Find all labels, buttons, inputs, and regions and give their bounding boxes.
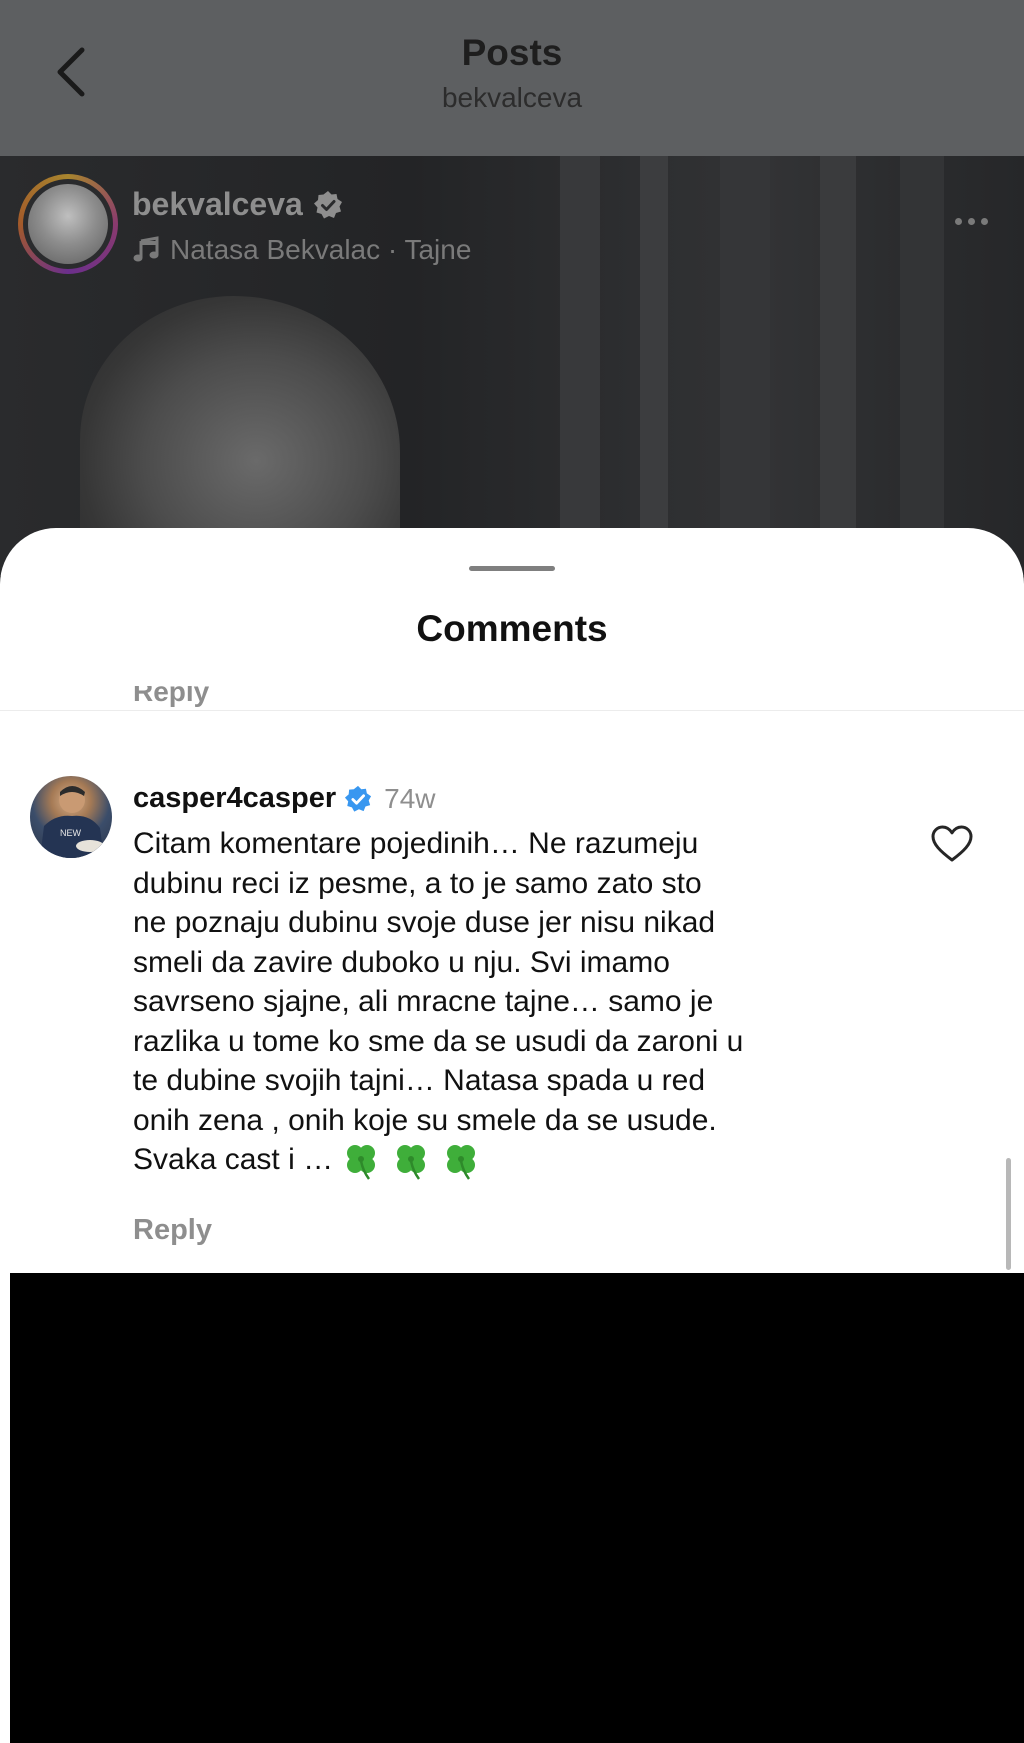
- commenter-avatar[interactable]: NEW: [30, 776, 112, 858]
- four-leaf-clover-icon: [447, 1145, 476, 1180]
- sheet-left-edge: [0, 1273, 10, 1743]
- comment-timestamp: 74w: [384, 782, 436, 814]
- svg-text:NEW: NEW: [60, 828, 82, 838]
- scrollbar[interactable]: [1006, 1158, 1011, 1270]
- sheet-drag-handle[interactable]: [469, 566, 555, 571]
- post-music-label: Natasa Bekvalac · Tajne: [170, 234, 472, 265]
- comments-title: Comments: [416, 608, 608, 649]
- post-media[interactable]: bekvalceva Natasa Bekvalac · Tajne: [0, 156, 1024, 576]
- page-subtitle-username[interactable]: bekvalceva: [0, 82, 1024, 114]
- post-music-row[interactable]: Natasa Bekvalac · Tajne: [132, 234, 471, 266]
- page-title: Posts: [461, 32, 563, 73]
- top-navigation-bar: Posts bekvalceva: [0, 0, 1024, 156]
- comments-sheet: Comments Reply NEW casper4casper 74w Cit…: [0, 528, 1024, 1273]
- post-author-row[interactable]: bekvalceva: [132, 186, 343, 223]
- redacted-area: [10, 1273, 1024, 1743]
- previous-reply-link[interactable]: Reply: [133, 686, 209, 718]
- music-note-icon: [133, 236, 159, 262]
- verified-badge-icon: [345, 785, 372, 812]
- sheet-divider: [0, 710, 1024, 711]
- post-author-avatar[interactable]: [18, 174, 118, 274]
- comment-body: Citam komentare pojedinih… Ne razumeju d…: [133, 824, 893, 1181]
- more-options-icon[interactable]: [955, 218, 988, 225]
- verified-badge-icon: [313, 190, 342, 218]
- reply-link[interactable]: Reply: [133, 1214, 212, 1247]
- four-leaf-clover-icon: [347, 1145, 376, 1180]
- comment-header: casper4casper 74w: [133, 782, 436, 815]
- commenter-username[interactable]: casper4casper: [133, 782, 336, 815]
- like-heart-icon[interactable]: [930, 824, 974, 864]
- four-leaf-clover-icon: [397, 1145, 426, 1180]
- post-author-username[interactable]: bekvalceva: [132, 186, 303, 223]
